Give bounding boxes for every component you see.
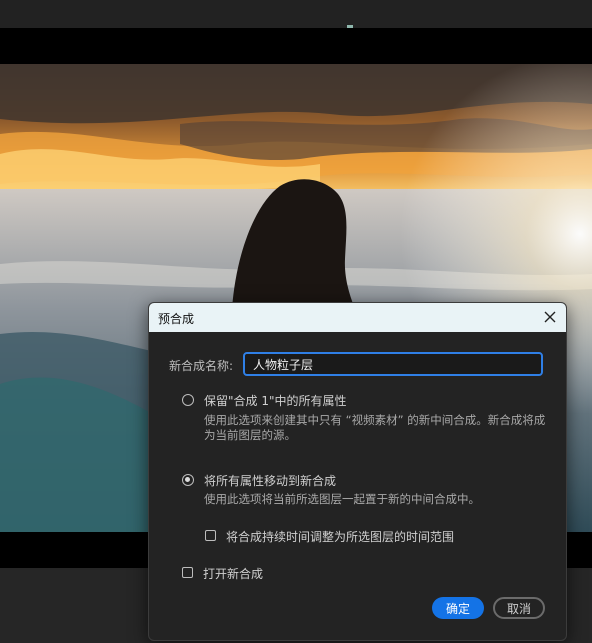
option-keep-label: 保留"合成 1"中的所有属性 (204, 394, 347, 408)
cancel-button[interactable]: 取消 (493, 597, 545, 619)
option-move-label: 将所有属性移动到新合成 (204, 474, 337, 488)
option-keep-description: 使用此选项来创建其中只有 “视频素材” 的新中间合成。新合成将成为当前图层的源。 (204, 413, 546, 442)
letterbox-top (0, 28, 592, 64)
precompose-dialog: 预合成 新合成名称: 保留"合成 1"中的所有属性 使用此选项来创建其中只有 “… (148, 302, 567, 641)
adjust-duration-checkbox[interactable] (205, 530, 216, 541)
dialog-title: 预合成 (158, 312, 195, 326)
name-input[interactable] (245, 354, 541, 375)
ok-button[interactable]: 确定 (432, 597, 484, 619)
name-label: 新合成名称: (169, 359, 234, 373)
dialog-title-bar: 预合成 (149, 303, 566, 332)
close-icon (544, 311, 556, 323)
radio-move-attributes[interactable] (182, 474, 194, 486)
name-input-box[interactable] (243, 352, 543, 376)
close-button[interactable] (540, 307, 560, 327)
adjust-duration-label: 将合成持续时间调整为所选图层的时间范围 (226, 530, 455, 544)
option-move-description: 使用此选项将当前所选图层一起置于新的中间合成中。 (204, 492, 480, 506)
open-new-comp-label: 打开新合成 (203, 567, 264, 581)
radio-keep-attributes[interactable] (182, 394, 194, 406)
open-new-comp-checkbox[interactable] (182, 567, 193, 578)
top-panel (0, 0, 592, 28)
